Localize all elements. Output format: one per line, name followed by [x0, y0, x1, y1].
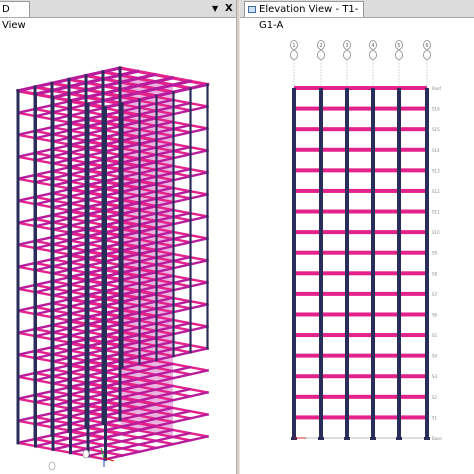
elevation-beam — [294, 394, 427, 399]
elevation-beam — [294, 353, 427, 358]
elevation-column — [319, 88, 323, 438]
grid-bubble-label: 6 — [425, 43, 428, 49]
elevation-beam — [294, 106, 427, 111]
story-label: S11 — [432, 210, 440, 215]
model-group — [16, 66, 210, 461]
story-label: S15 — [432, 127, 440, 132]
elevation-beam — [294, 230, 427, 235]
column-support — [344, 437, 350, 440]
elevation-beam — [294, 333, 427, 338]
elevation-beam — [294, 374, 427, 379]
elevation-beam — [294, 86, 427, 90]
left-tab-bar: D View ▼ X — [0, 0, 236, 31]
elevation-beam — [294, 127, 427, 132]
elevation-column — [345, 88, 349, 438]
floor-beam — [33, 437, 124, 457]
grid-bubble-label: 2 — [319, 43, 322, 49]
column-support — [318, 437, 324, 440]
tab-3d-view[interactable]: D View — [0, 1, 30, 31]
story-label: S9 — [432, 251, 438, 256]
3d-building-model[interactable] — [0, 18, 236, 474]
elevation-beam — [294, 291, 427, 296]
elevation-beam — [294, 415, 427, 420]
story-label: Roof — [432, 86, 441, 91]
story-label: S6 — [432, 312, 438, 317]
story-label: S14 — [432, 148, 440, 153]
story-label: S3 — [432, 374, 438, 379]
story-label: S10 — [432, 230, 440, 235]
tab-elevation-view[interactable]: Elevation View - T1-G1-A — [244, 1, 364, 31]
column-support — [370, 437, 376, 440]
grid-bubble-label: 5 — [397, 43, 400, 49]
elevation-view-pane[interactable]: Elevation View - T1-G1-A 1 2 3 4 5 6 Roof S16 S1… — [240, 0, 474, 474]
support-bubble — [48, 461, 56, 471]
floor-beam — [67, 429, 158, 450]
story-label: S13 — [432, 168, 440, 173]
elevation-beam — [294, 209, 427, 214]
story-label: S1 — [432, 415, 438, 420]
elevation-column — [425, 88, 429, 438]
grid-bubble — [395, 50, 403, 60]
column-support — [291, 437, 297, 440]
chevron-down-icon[interactable]: ▼ — [212, 2, 218, 15]
close-icon[interactable]: X — [225, 2, 233, 15]
elevation-beam — [294, 250, 427, 255]
story-label: S16 — [432, 107, 440, 112]
grid-bubble-label: 4 — [371, 43, 374, 49]
floor-beam — [16, 441, 107, 461]
right-tab-bar: Elevation View - T1-G1-A — [240, 0, 474, 31]
grid-bubble — [369, 50, 377, 60]
grid-bubble-label: 3 — [345, 43, 348, 49]
floor-beam — [50, 433, 141, 454]
elevation-column — [397, 88, 401, 438]
elevation-beam — [294, 188, 427, 193]
story-label: Base — [432, 436, 442, 441]
elevation-beam — [294, 312, 427, 317]
grid-bubble — [317, 50, 325, 60]
elevation-beam — [294, 168, 427, 173]
grid-bubble — [290, 50, 298, 60]
elevation-frame-drawing[interactable]: 1 2 3 4 5 6 Roof S16 S15 S14 S13 S12 S11 S10 S9 S8 S7 S6 S… — [240, 18, 474, 474]
support-bubble — [82, 449, 90, 459]
story-label: S5 — [432, 333, 438, 338]
window-icon — [248, 6, 256, 13]
story-label: S8 — [432, 271, 438, 276]
story-label: S7 — [432, 292, 438, 297]
story-label: S12 — [432, 189, 440, 194]
column-support — [424, 437, 430, 440]
elevation-beam — [294, 147, 427, 152]
grid-bubble — [343, 50, 351, 60]
column-support — [396, 437, 402, 440]
story-label: S2 — [432, 395, 438, 400]
story-label: S4 — [432, 354, 438, 359]
elevation-column — [292, 88, 296, 438]
grid-bubble — [423, 50, 431, 60]
elevation-beam — [294, 271, 427, 276]
elevation-column — [371, 88, 375, 438]
3d-view-pane[interactable]: D View ▼ X — [0, 0, 236, 474]
grid-bubble-label: 1 — [292, 43, 295, 49]
